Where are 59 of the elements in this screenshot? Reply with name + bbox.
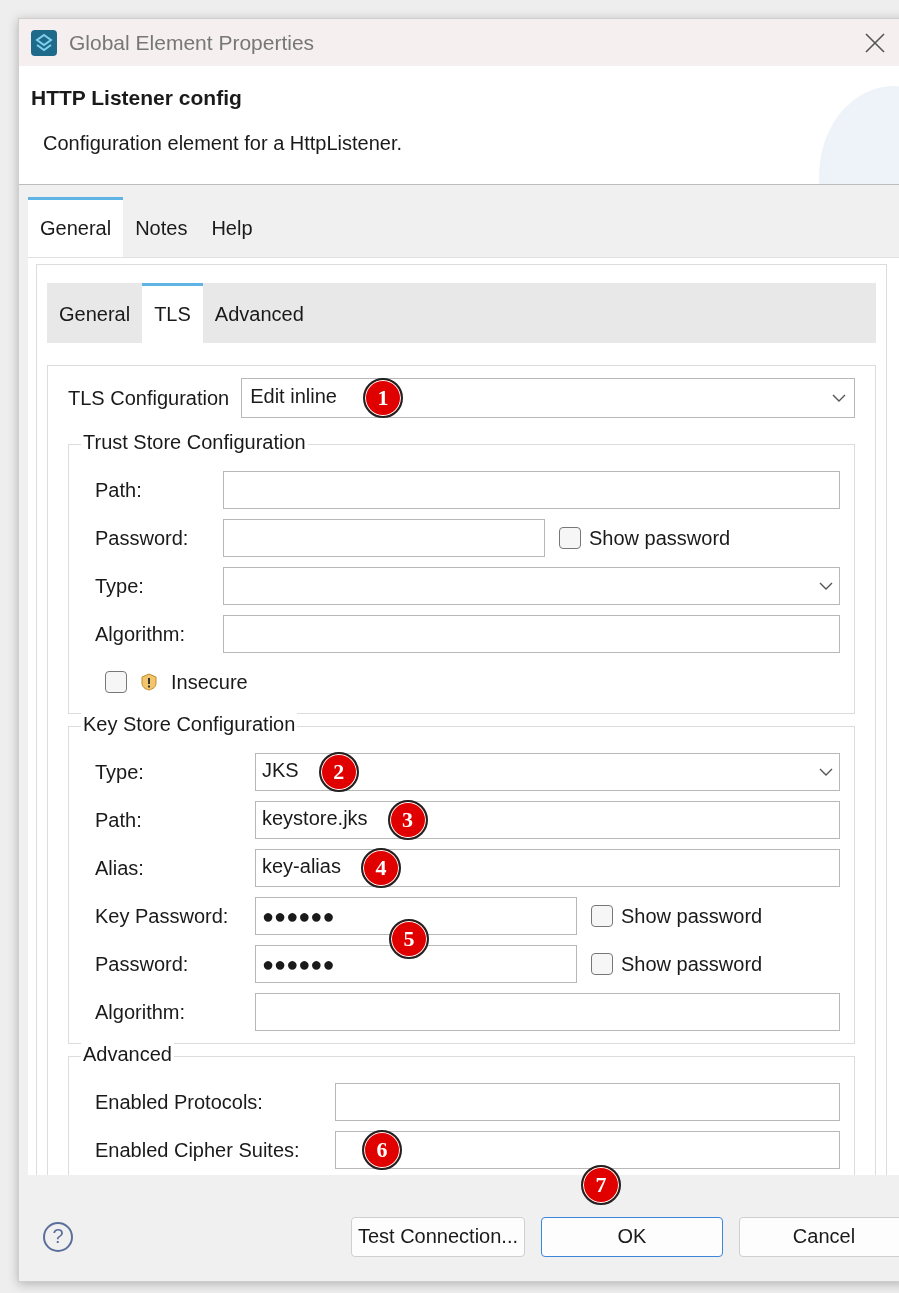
checkbox-label: Show password (621, 952, 763, 976)
chevron-down-icon (819, 768, 833, 776)
tab[interactable]: Advanced (202, 283, 316, 343)
tab[interactable]: Help (199, 197, 265, 257)
checkbox-label: Insecure (171, 670, 248, 694)
password-field[interactable] (223, 519, 545, 557)
checkbox-label: Show password (621, 904, 763, 928)
number-badge: 3 (387, 800, 428, 840)
field-label: Type: (95, 574, 145, 598)
dialog-heading: HTTP Listener config (31, 86, 243, 110)
dialog-button[interactable]: Cancel (739, 1216, 899, 1257)
dropdown-field[interactable] (223, 567, 840, 605)
tab[interactable]: TLS (142, 283, 203, 343)
field-label: TLS Configuration (68, 386, 230, 410)
input-field[interactable]: keystore.jks 3 (255, 801, 840, 839)
field-label: Enabled Protocols: (95, 1090, 264, 1114)
field-label: Algorithm: (95, 1000, 187, 1024)
number-badge: 2 (318, 752, 359, 792)
field-label: Type: (95, 760, 145, 784)
password-field[interactable]: ●●●●●● (255, 945, 577, 983)
group-title: Trust Store Configuration (81, 431, 308, 454)
checkbox[interactable] (105, 671, 127, 693)
chevron-down-icon (819, 582, 833, 590)
app-logo-icon (31, 29, 57, 56)
field-label: Path: (95, 478, 143, 502)
checkbox[interactable] (559, 527, 581, 549)
number-badge: 6 (362, 1130, 402, 1170)
warning-icon (141, 673, 157, 691)
checkbox[interactable] (591, 953, 613, 975)
field-label: Key Password: (95, 904, 230, 928)
number-badge: 4 (360, 848, 401, 888)
input-field[interactable]: key-alias 4 (255, 849, 840, 887)
dialog-description: Configuration element for a HttpListener. (43, 132, 404, 155)
field-label: Algorithm: (95, 622, 187, 646)
chevron-down-icon (832, 394, 846, 402)
input-field[interactable] (335, 1083, 840, 1121)
field-label: Path: (95, 808, 143, 832)
dropdown-field[interactable]: JKS 2 (255, 753, 840, 791)
number-badge: 1 (362, 378, 403, 418)
field-label: Password: (95, 526, 190, 550)
checkbox[interactable] (591, 905, 613, 927)
checkbox-label: Show password (589, 526, 731, 550)
field-label: Alias: (95, 856, 145, 880)
input-field[interactable] (223, 615, 840, 653)
input-field[interactable]: 6 (335, 1131, 840, 1169)
input-field[interactable] (255, 993, 840, 1031)
input-field[interactable] (223, 471, 840, 509)
close-icon[interactable] (865, 32, 885, 53)
help-icon[interactable]: ? (43, 1221, 73, 1252)
group-title: Key Store Configuration (81, 713, 298, 736)
tab[interactable]: Notes (123, 197, 200, 257)
dialog-button[interactable]: Test Connection... (350, 1216, 525, 1257)
dropdown-field[interactable]: Edit inline 1 (241, 378, 855, 418)
tab[interactable]: General (47, 283, 143, 343)
field-label: Enabled Cipher Suites: (95, 1138, 301, 1162)
dialog-button[interactable]: OK (541, 1216, 723, 1257)
tab[interactable]: General (28, 197, 124, 257)
field-label: Password: (95, 952, 190, 976)
window-title: Global Element Properties (69, 30, 316, 55)
